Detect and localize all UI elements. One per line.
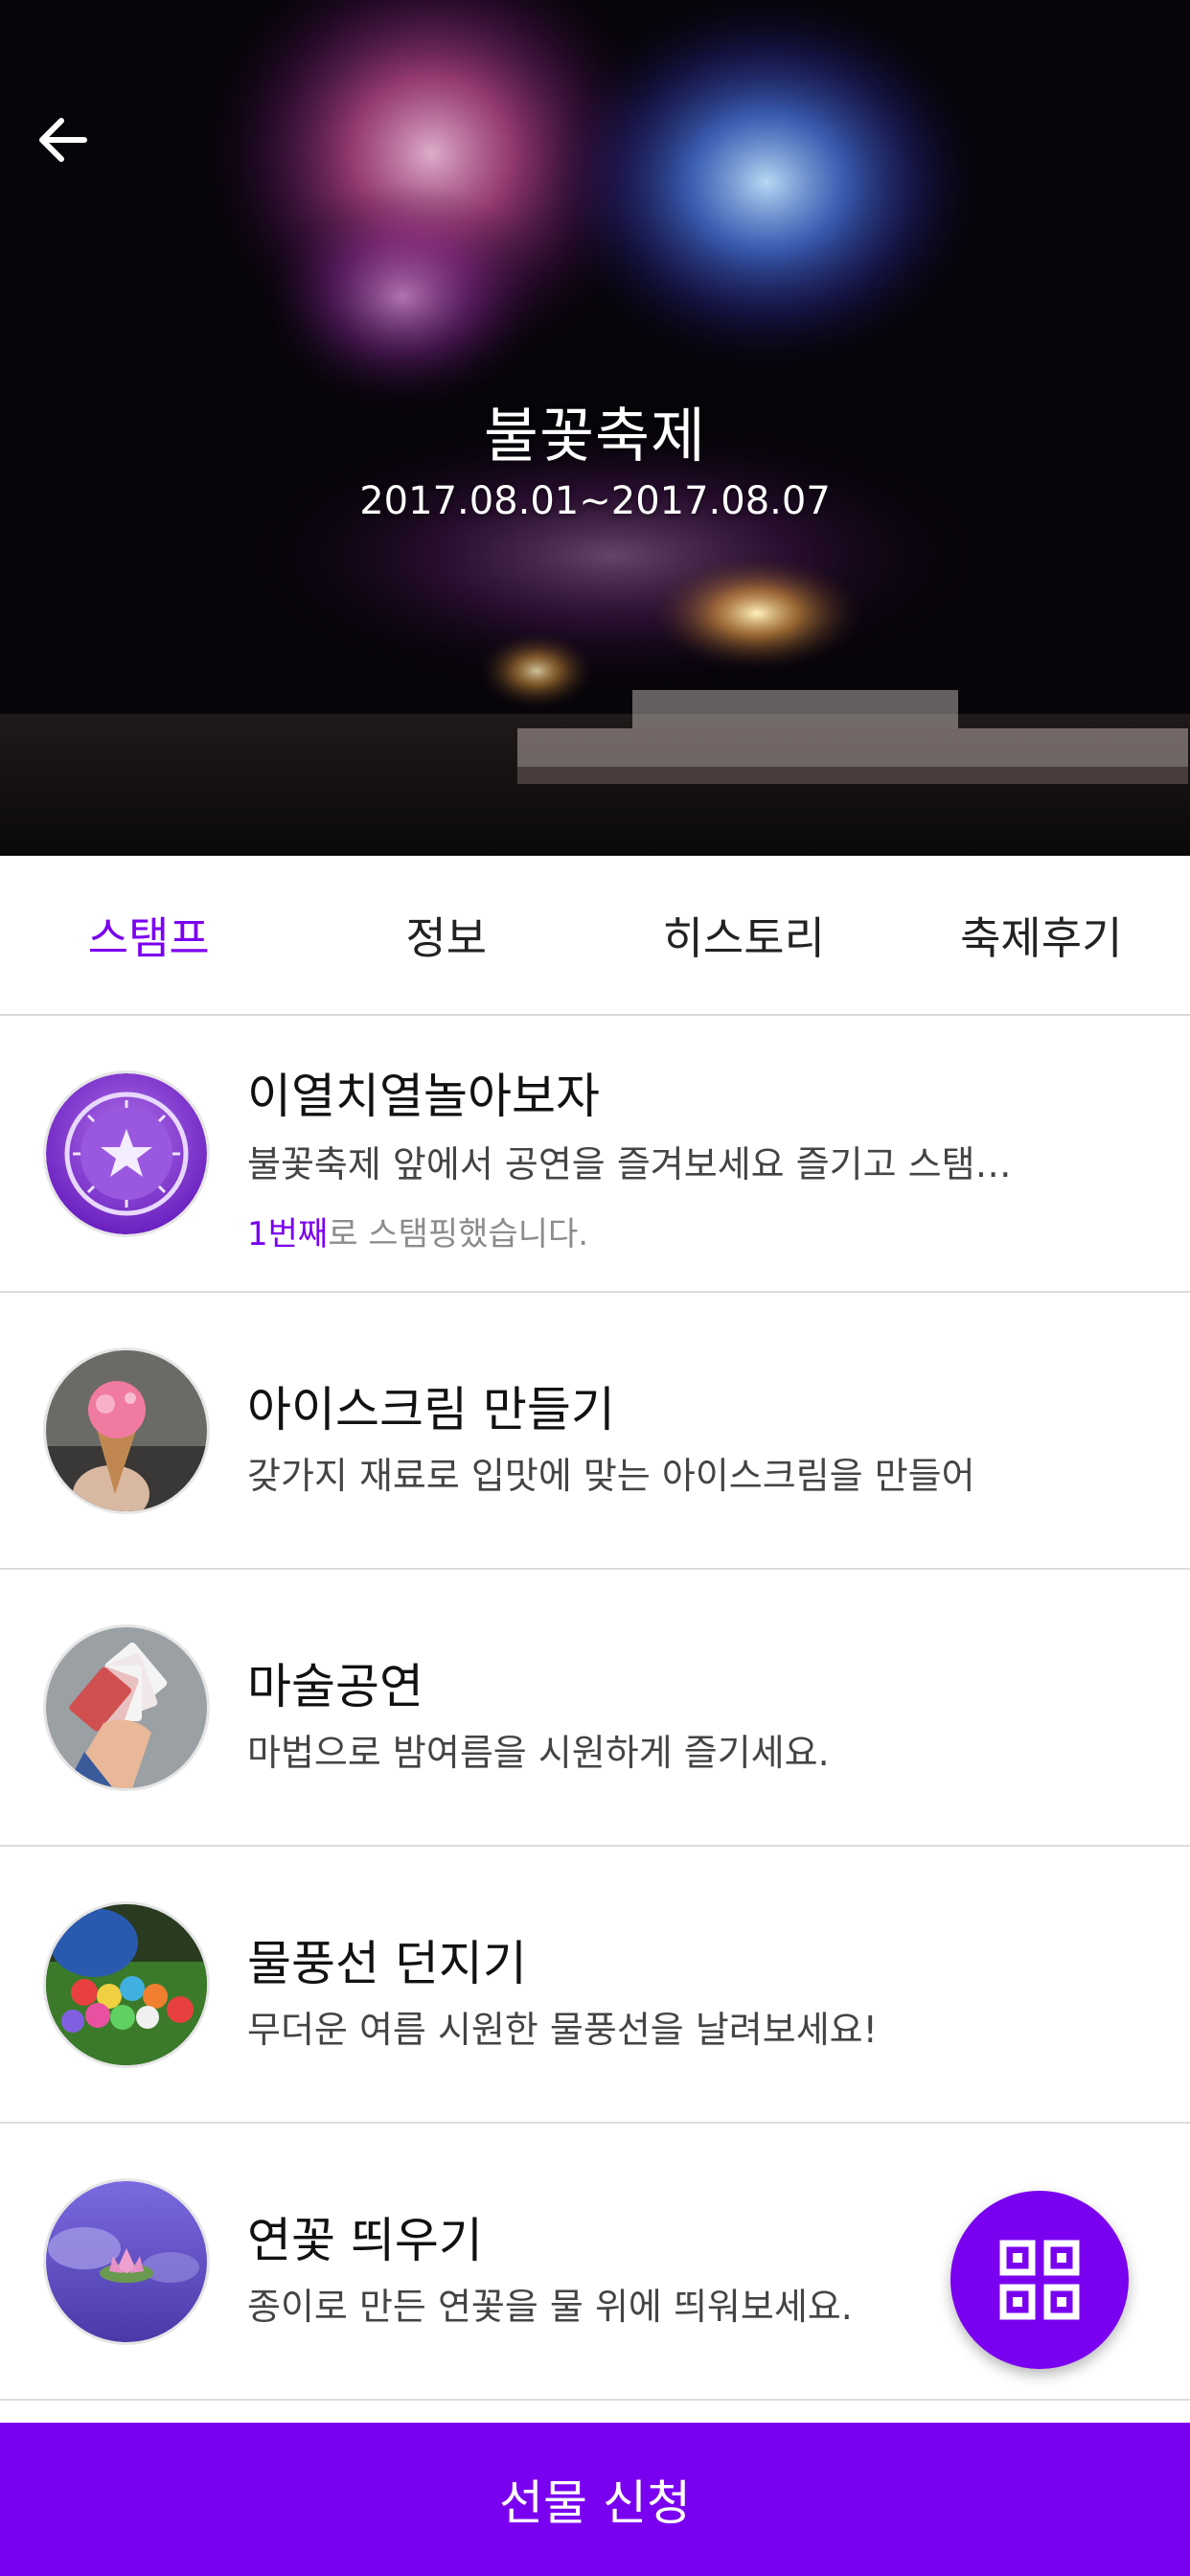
playing-cards-photo: [46, 1627, 207, 1788]
arrow-left-icon: [39, 118, 87, 162]
stamp-status: 1번째로 스탬핑했습니다.: [247, 1208, 588, 1254]
event-description: 종이로 만든 연꽃을 물 위에 띄워보세요.: [247, 2286, 853, 2328]
festival-dates: 2017.08.01~2017.08.07: [359, 479, 831, 523]
tab-bar: 스탬프 정보 히스토리 축제후기: [0, 856, 1190, 1016]
tab-history[interactable]: 히스토리: [595, 856, 893, 1014]
tab-stamp[interactable]: 스탬프: [0, 856, 298, 1014]
list-item[interactable]: 아이스크림 만들기 갖가지 재료로 입맛에 맞는 아이스크림을 만들어: [0, 1293, 1190, 1570]
back-button[interactable]: [23, 100, 103, 180]
list-item[interactable]: 물풍선 던지기 무더운 여름 시원한 물풍선을 날려보세요!: [0, 1847, 1190, 2124]
event-description: 불꽃축제 앞에서 공연을 즐겨보세요 즐기고 스탬…: [247, 1143, 1012, 1185]
qr-code-icon: [999, 2240, 1080, 2320]
event-title: 물풍선 던지기: [247, 1936, 527, 1991]
list-item[interactable]: 이열치열놀아보자 불꽃축제 앞에서 공연을 즐겨보세요 즐기고 스탬… 1번째로…: [0, 1016, 1190, 1293]
stamp-badge-icon: [46, 1073, 207, 1234]
water-balloons-photo: [46, 1904, 207, 2065]
gift-request-button[interactable]: 선물 신청: [0, 2423, 1190, 2576]
event-title: 마술공연: [247, 1659, 423, 1714]
qr-scan-button[interactable]: [950, 2191, 1129, 2369]
tab-reviews[interactable]: 축제후기: [893, 856, 1190, 1014]
lotus-photo: [46, 2181, 207, 2342]
event-description: 마법으로 밤여름을 시원하게 즐기세요.: [247, 1732, 830, 1774]
event-list: 이열치열놀아보자 불꽃축제 앞에서 공연을 즐겨보세요 즐기고 스탬… 1번째로…: [0, 1016, 1190, 2401]
event-title: 연꽃 띄우기: [247, 2213, 483, 2268]
event-title: 아이스크림 만들기: [247, 1382, 615, 1438]
ice-cream-photo: [46, 1350, 207, 1511]
event-description: 무더운 여름 시원한 물풍선을 날려보세요!: [247, 2009, 878, 2051]
event-title: 이열치열놀아보자: [247, 1069, 600, 1124]
stamp-status-text: 로 스탬핑했습니다.: [328, 1215, 589, 1254]
event-description: 갖가지 재료로 입맛에 맞는 아이스크림을 만들어: [247, 1455, 975, 1497]
tab-info[interactable]: 정보: [298, 856, 596, 1014]
list-item[interactable]: 마술공연 마법으로 밤여름을 시원하게 즐기세요.: [0, 1570, 1190, 1847]
festival-title: 불꽃축제: [483, 401, 707, 471]
hero-banner: 불꽃축제 2017.08.01~2017.08.07: [0, 0, 1190, 856]
stamp-order: 1번째: [247, 1215, 329, 1254]
